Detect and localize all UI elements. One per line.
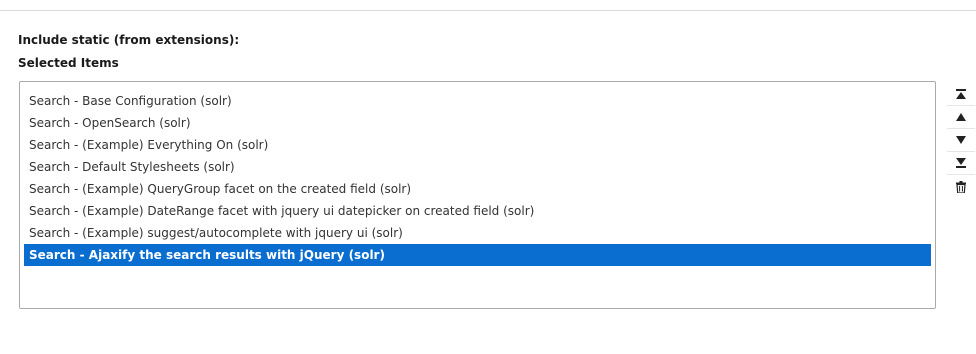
move-to-bottom-button[interactable]	[947, 152, 975, 175]
field-title: Include static (from extensions):	[18, 33, 240, 47]
list-item[interactable]: Search - (Example) DateRange facet with …	[24, 200, 931, 222]
list-item[interactable]: Search - OpenSearch (solr)	[24, 112, 931, 134]
top-divider	[0, 10, 976, 11]
list-item[interactable]: Search - Default Stylesheets (solr)	[24, 156, 931, 178]
move-up-icon	[956, 113, 966, 121]
trash-icon	[956, 180, 966, 193]
list-item[interactable]: Search - (Example) Everything On (solr)	[24, 134, 931, 156]
remove-item-button[interactable]	[947, 175, 975, 198]
move-to-top-button[interactable]	[947, 83, 975, 106]
move-down-button[interactable]	[947, 129, 975, 152]
selected-items-label: Selected Items	[18, 56, 119, 70]
move-down-icon	[956, 136, 966, 144]
list-controls	[947, 83, 975, 198]
move-to-bottom-icon	[956, 158, 966, 168]
move-to-top-icon	[956, 89, 966, 99]
move-up-button[interactable]	[947, 106, 975, 129]
list-item[interactable]: Search - (Example) QueryGroup facet on t…	[24, 178, 931, 200]
selected-items-list[interactable]: Search - Base Configuration (solr) Searc…	[19, 81, 936, 309]
list-item[interactable]: Search - (Example) suggest/autocomplete …	[24, 222, 931, 244]
list-item[interactable]: Search - Base Configuration (solr)	[24, 90, 931, 112]
list-item-selected[interactable]: Search - Ajaxify the search results with…	[24, 244, 931, 266]
